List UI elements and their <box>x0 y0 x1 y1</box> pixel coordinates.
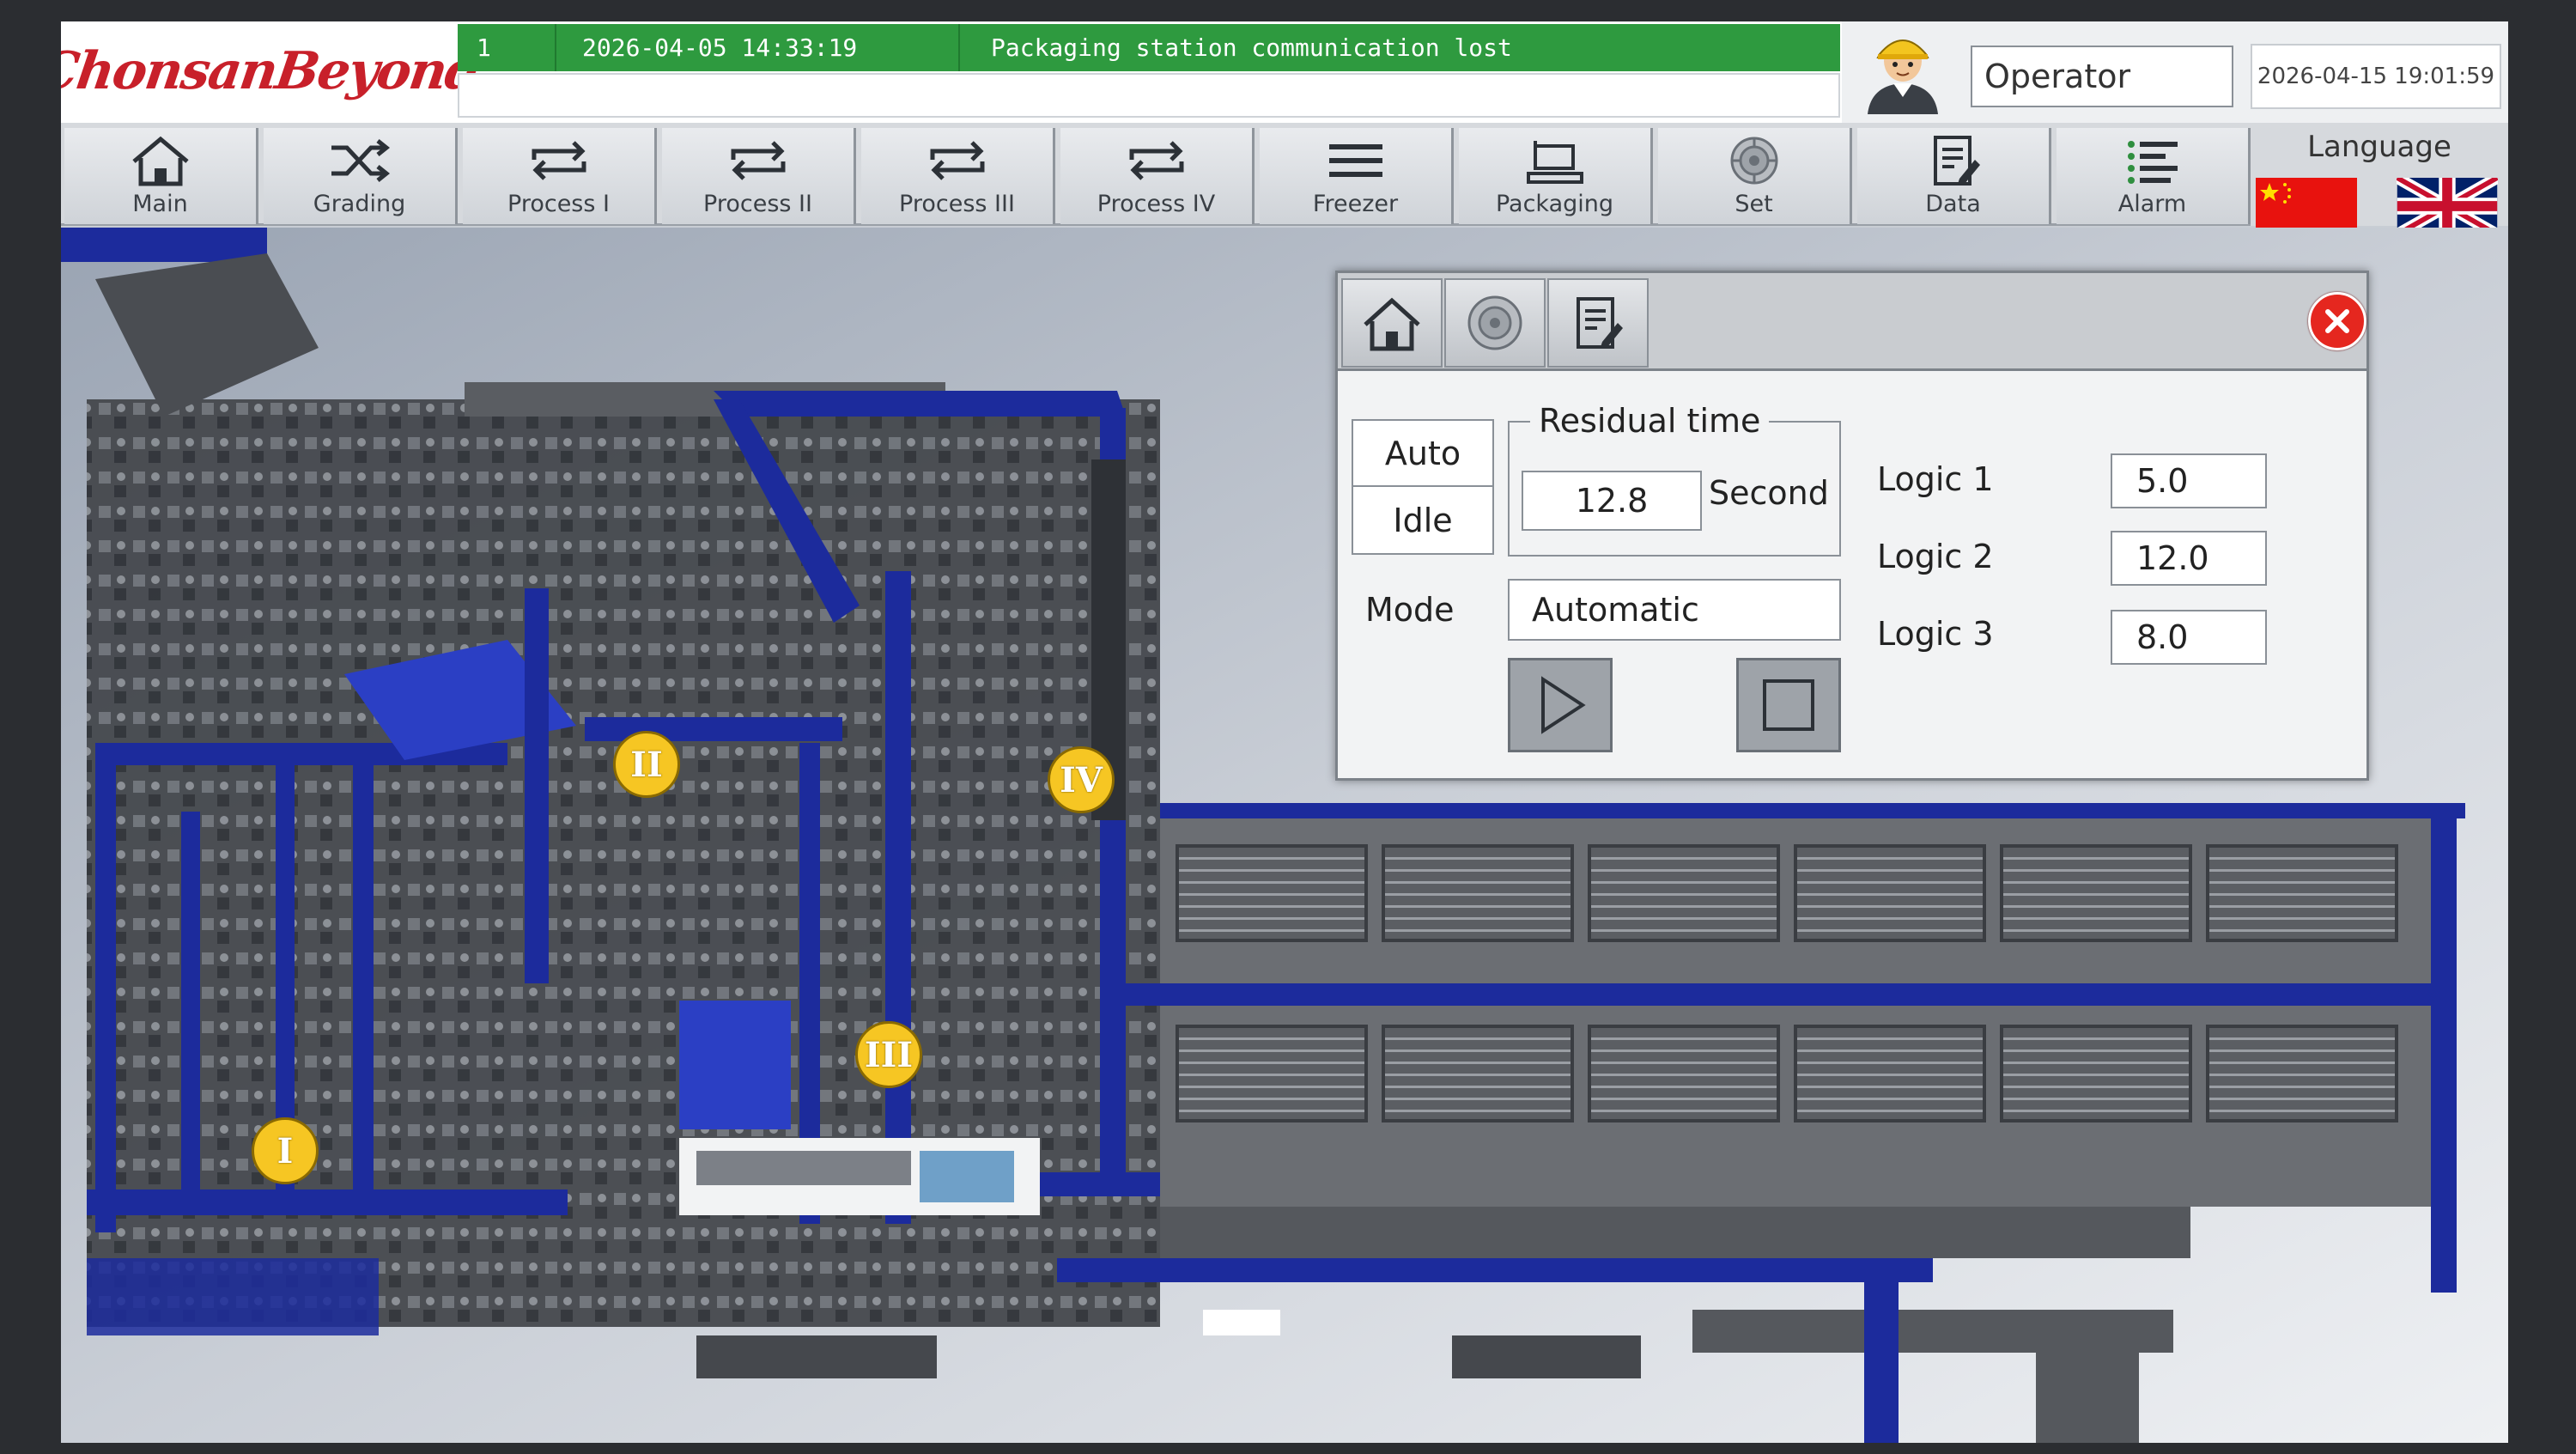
nav-freezer[interactable]: Freezer <box>1260 128 1454 224</box>
nav-process-2-label: Process II <box>703 191 812 217</box>
gear-icon <box>1730 137 1777 185</box>
residual-time-unit: Second <box>1709 474 1829 512</box>
operator-avatar-icon[interactable] <box>1859 28 1947 114</box>
station-marker-1[interactable]: I <box>252 1117 319 1184</box>
nav-process-1-label: Process I <box>507 191 610 217</box>
alarm-banner[interactable]: 1 2026-04-05 14:33:19 Packaging station … <box>458 24 1840 71</box>
stop-button[interactable] <box>1736 658 1841 752</box>
residual-time-title: Residual time <box>1530 402 1770 440</box>
nav-packaging-label: Packaging <box>1495 191 1614 217</box>
home-icon <box>131 136 189 186</box>
station-marker-2[interactable]: II <box>613 731 680 798</box>
language-label: Language <box>2307 130 2451 164</box>
logic-2-label: Logic 2 <box>1877 538 1994 575</box>
list-alarm-icon <box>2127 141 2178 184</box>
logic-3-label: Logic 3 <box>1877 615 1994 653</box>
alarm-message: Packaging station communication lost <box>991 33 1512 62</box>
close-icon <box>2325 309 2349 333</box>
logic-1-label: Logic 1 <box>1877 460 1994 498</box>
start-button[interactable] <box>1508 658 1613 752</box>
station-marker-4[interactable]: IV <box>1048 746 1115 813</box>
run-state-auto: Auto <box>1353 421 1492 487</box>
nav-main-label: Main <box>132 191 188 217</box>
nav-set[interactable]: Set <box>1658 128 1852 224</box>
header: ChonsanBeyond 1 2026-04-05 14:33:19 Pack… <box>61 21 2508 123</box>
repeat-icon <box>1129 141 1183 180</box>
hmi-window: ChonsanBeyond 1 2026-04-05 14:33:19 Pack… <box>61 21 2508 1443</box>
repeat-icon <box>731 141 785 180</box>
nav-data-label: Data <box>1925 191 1981 217</box>
menu-icon <box>1328 144 1382 177</box>
nav-grading[interactable]: Grading <box>264 128 458 224</box>
nav-data[interactable]: Data <box>1857 128 2051 224</box>
nav-main[interactable]: Main <box>64 128 258 224</box>
brand-logo: ChonsanBeyond <box>61 21 483 121</box>
mode-select[interactable]: Automatic <box>1508 579 1841 641</box>
alarm-timestamp: 2026-04-05 14:33:19 <box>556 24 960 71</box>
dialog-toolbar <box>1338 273 2366 371</box>
package-icon <box>1526 141 1583 184</box>
alarm-secondary-row <box>458 73 1840 118</box>
nav-freezer-label: Freezer <box>1312 191 1399 217</box>
nav-packaging[interactable]: Packaging <box>1459 128 1653 224</box>
nav-grading-label: Grading <box>313 191 406 217</box>
nav-process-4-label: Process IV <box>1097 191 1216 217</box>
repeat-icon <box>532 141 586 180</box>
nav-process-4[interactable]: Process IV <box>1060 128 1255 224</box>
nav-set-label: Set <box>1735 191 1773 217</box>
home-icon <box>1364 297 1420 351</box>
logo-text: ChonsanBeyond <box>61 41 484 101</box>
dialog-close-button[interactable] <box>2308 292 2366 350</box>
play-icon <box>1541 676 1586 734</box>
residual-time-group: Residual time 12.8 Second <box>1508 402 1841 557</box>
datetime-display: 2026-04-15 19:01:59 <box>2251 44 2501 109</box>
station-marker-3[interactable]: III <box>855 1021 922 1088</box>
logic-2-input[interactable]: 12.0 <box>2111 531 2267 586</box>
residual-time-value: 12.8 <box>1522 471 1702 531</box>
alarm-index: 1 <box>458 24 556 71</box>
nav-process-1[interactable]: Process I <box>463 128 657 224</box>
repeat-icon <box>930 141 984 180</box>
gear-icon <box>1467 295 1522 350</box>
mode-label: Mode <box>1365 591 1455 629</box>
language-selector: Language <box>2251 123 2508 234</box>
cn-flag-icon[interactable] <box>2256 178 2357 233</box>
logic-1-input[interactable]: 5.0 <box>2111 453 2267 508</box>
shuffle-icon <box>331 139 390 182</box>
stop-icon <box>1763 679 1814 731</box>
process-control-dialog: Auto Idle Residual time 12.8 Second Mode… <box>1335 271 2369 781</box>
nav-alarm-label: Alarm <box>2117 191 2187 217</box>
operator-field[interactable]: Operator <box>1971 46 2233 107</box>
nav-process-3-label: Process III <box>899 191 1015 217</box>
main-nav: Main Grading Process I Process II Proces… <box>61 123 2508 226</box>
uk-flag-icon[interactable] <box>2397 178 2498 234</box>
nav-process-3[interactable]: Process III <box>861 128 1055 224</box>
status-box: Auto Idle <box>1352 419 1494 555</box>
nav-process-2[interactable]: Process II <box>662 128 856 224</box>
dialog-tab-home[interactable] <box>1341 278 1443 368</box>
dialog-tab-data[interactable] <box>1547 278 1649 368</box>
document-icon <box>1577 297 1623 349</box>
dialog-tab-settings[interactable] <box>1444 278 1546 368</box>
run-state-idle: Idle <box>1393 501 1453 539</box>
nav-alarm[interactable]: Alarm <box>2057 128 2251 224</box>
document-icon <box>1933 136 1980 186</box>
logic-3-input[interactable]: 8.0 <box>2111 610 2267 665</box>
